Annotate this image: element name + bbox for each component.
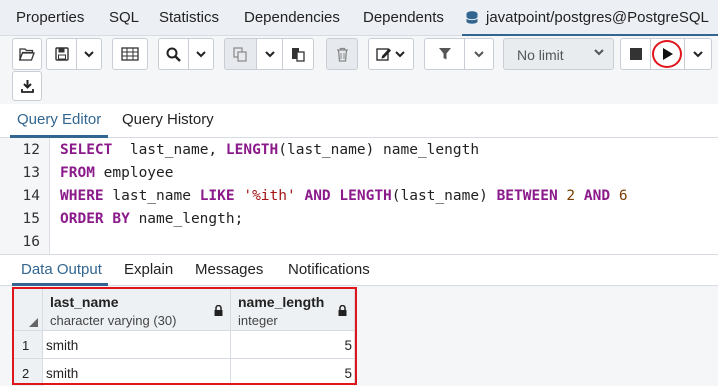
code-token: LENGTH (339, 188, 392, 204)
tab-notifications[interactable]: Notifications (288, 261, 370, 278)
filter-options-dropdown[interactable] (464, 38, 494, 70)
row-limit-value: No limit (517, 47, 564, 63)
tab-dependents[interactable]: Dependents (363, 0, 444, 36)
tab-dependencies[interactable]: Dependencies (244, 0, 340, 36)
object-tabs-bar: Properties SQL Statistics Dependencies D… (0, 0, 718, 36)
code-token: (last_name) (391, 188, 497, 204)
chevron-down-icon (474, 50, 484, 57)
code-token: 2 (566, 188, 576, 204)
save-button[interactable] (46, 38, 76, 70)
code-line: SELECT last_name, LENGTH(last_name) name… (60, 142, 479, 158)
filter-button[interactable] (424, 38, 464, 70)
open-file-icon (19, 48, 35, 61)
connection-label: javatpoint/postgres@PostgreSQL (486, 9, 709, 26)
line-number: 15 (22, 211, 40, 227)
code-token: last_name (103, 188, 200, 204)
tab-properties[interactable]: Properties (16, 0, 84, 36)
code-token: AND (583, 188, 611, 204)
find-button[interactable] (158, 38, 188, 70)
code-token: LIKE (199, 188, 235, 204)
tab-query-history[interactable]: Query History (122, 111, 214, 128)
delete-icon (336, 47, 348, 62)
download-button[interactable] (12, 71, 42, 101)
tab-data-output[interactable]: Data Output (21, 261, 102, 278)
row-limit-select[interactable]: No limit (503, 38, 614, 70)
copy-options-dropdown[interactable] (256, 38, 282, 70)
save-icon (54, 47, 69, 61)
code-token: ORDER BY (60, 211, 130, 227)
edit-options-button[interactable] (368, 38, 414, 70)
code-line: FROM employee (60, 165, 174, 181)
code-token: employee (94, 165, 174, 181)
tab-explain[interactable]: Explain (124, 261, 173, 278)
delete-button[interactable] (326, 38, 358, 70)
execute-highlight-circle (652, 40, 682, 68)
code-token: 6 (618, 188, 628, 204)
open-file-button[interactable] (12, 38, 42, 70)
find-options-dropdown[interactable] (188, 38, 214, 70)
results-highlight-box (12, 287, 357, 385)
code-token: last_name, (112, 142, 226, 158)
tab-messages[interactable]: Messages (195, 261, 263, 278)
edit-data-button[interactable] (112, 38, 148, 70)
code-token: '%ith' (243, 188, 296, 204)
code-token: BETWEEN (496, 188, 558, 204)
execute-options-dropdown[interactable] (684, 38, 712, 70)
copy-button[interactable] (224, 38, 256, 70)
chevron-down-icon (196, 50, 206, 57)
tab-query-tool-connection[interactable]: javatpoint/postgres@PostgreSQL (462, 0, 718, 36)
code-token: FROM (60, 165, 95, 181)
paste-icon (291, 47, 305, 62)
chevron-down-icon (693, 50, 703, 57)
tab-query-editor[interactable]: Query Editor (17, 111, 101, 128)
code-token: (last_name) name_length (278, 142, 480, 158)
code-token: SELECT (60, 142, 113, 158)
tab-sql[interactable]: SQL (109, 0, 139, 36)
code-token: WHERE (60, 188, 104, 204)
cancel-query-button[interactable] (620, 38, 650, 70)
tab-statistics[interactable]: Statistics (159, 0, 219, 36)
code-line: WHERE last_name LIKE '%ith' AND LENGTH(l… (60, 188, 628, 204)
database-connection-icon (466, 11, 478, 24)
editor-tabs-bar: Query Editor Query History (0, 104, 718, 138)
code-line: ORDER BY name_length; (60, 211, 243, 227)
copy-icon (233, 46, 247, 62)
chevron-down-icon (84, 50, 94, 57)
code-token: LENGTH (225, 142, 279, 158)
code-token: AND (304, 188, 331, 204)
table-icon (121, 47, 139, 61)
paste-button[interactable] (282, 38, 314, 70)
filter-icon (438, 48, 451, 60)
search-icon (166, 47, 181, 62)
sql-editor[interactable]: 12 SELECT last_name, LENGTH(last_name) na… (0, 138, 718, 254)
chevron-down-icon (264, 50, 275, 57)
save-options-dropdown[interactable] (76, 38, 102, 70)
chevron-down-icon (594, 49, 604, 56)
download-icon (20, 80, 34, 93)
line-number: 16 (22, 234, 40, 250)
edit-icon (376, 48, 405, 61)
code-token: name_length; (129, 211, 244, 227)
line-number: 14 (22, 188, 40, 204)
line-number: 13 (22, 165, 40, 181)
line-number: 12 (22, 142, 40, 158)
stop-icon (629, 48, 642, 60)
output-tabs-bar: Data Output Explain Messages Notificatio… (0, 254, 718, 286)
